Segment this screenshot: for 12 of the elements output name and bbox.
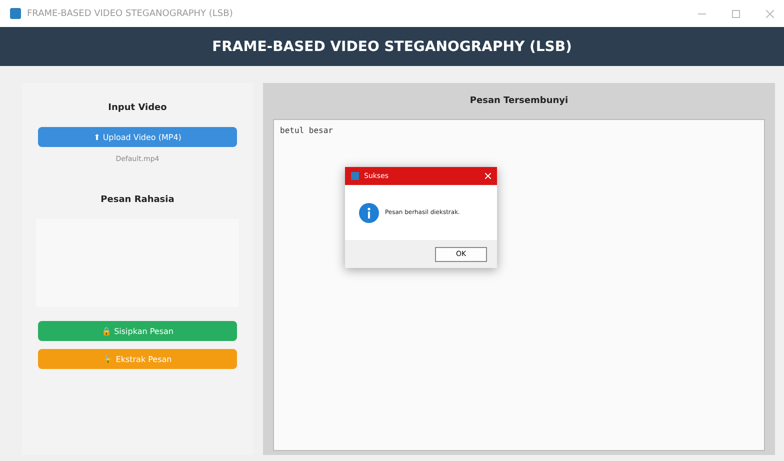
app-icon — [351, 172, 359, 180]
window-title: FRAME-BASED VIDEO STEGANOGRAPHY (LSB) — [27, 8, 233, 18]
embed-button[interactable]: 🔒 Sisipkan Pesan — [38, 321, 237, 341]
section-heading: Pesan Tersembunyi — [468, 95, 570, 108]
extract-button[interactable]: 🔓 Ekstrak Pesan — [38, 349, 237, 369]
upload-button[interactable]: ⬆ Upload Video (MP4) — [38, 127, 237, 147]
section-heading: Input Video — [108, 103, 167, 113]
section-heading: Pesan Rahasia — [100, 195, 174, 205]
app-icon — [10, 8, 21, 19]
info-icon — [359, 202, 379, 222]
app-header: FRAME-BASED VIDEO STEGANOGRAPHY (LSB) — [0, 27, 784, 66]
maximize-icon[interactable] — [732, 10, 740, 18]
